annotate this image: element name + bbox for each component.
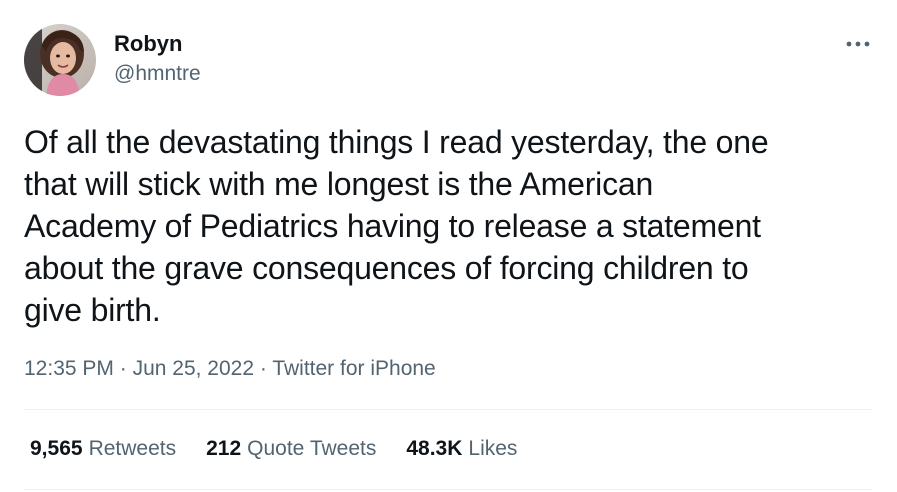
separator-dot: · (119, 357, 127, 380)
tweet-date[interactable]: Jun 25, 2022 (133, 357, 254, 380)
author-display-name[interactable]: Robyn (114, 31, 182, 57)
quote-tweets-stat[interactable]: 212 Quote Tweets (206, 437, 376, 461)
divider (24, 489, 872, 490)
tweet-text-line: that will stick with me longest is the A… (24, 166, 654, 202)
more-options-button[interactable] (838, 30, 878, 58)
tweet-card: Robyn @hmntre Of all the devastating thi… (0, 0, 897, 492)
tweet-text-line: about the grave consequences of forcing … (24, 250, 749, 286)
retweets-count: 9,565 (30, 437, 83, 460)
tweet-time[interactable]: 12:35 PM (24, 357, 114, 380)
retweets-stat[interactable]: 9,565 Retweets (30, 437, 176, 461)
retweets-label: Retweets (88, 437, 177, 460)
avatar[interactable] (24, 24, 96, 96)
separator-dot: · (259, 357, 267, 380)
likes-label: Likes (468, 437, 518, 460)
profile-photo (24, 24, 96, 96)
likes-stat[interactable]: 48.3K Likes (406, 437, 517, 461)
divider (24, 409, 872, 410)
separator: · (260, 357, 272, 380)
tweet-metadata: 12:35 PM · Jun 25, 2022 · Twitter for iP… (24, 357, 436, 381)
tweet-source[interactable]: Twitter for iPhone (272, 357, 435, 380)
tweet-text: Of all the devastating things I read yes… (24, 121, 874, 331)
quote-tweets-label: Quote Tweets (247, 437, 377, 460)
quote-tweets-count: 212 (206, 437, 242, 460)
tweet-text-line: Academy of Pediatrics having to release … (24, 208, 761, 244)
separator: · (120, 357, 133, 380)
likes-count: 48.3K (406, 437, 463, 460)
author-handle[interactable]: @hmntre (114, 62, 201, 86)
more-horizontal-icon (846, 41, 870, 47)
tweet-text-line: give birth. (24, 292, 161, 328)
tweet-text-line: Of all the devastating things I read yes… (24, 124, 769, 160)
engagement-stats: 9,565 Retweets 212 Quote Tweets 48.3K Li… (30, 437, 517, 461)
